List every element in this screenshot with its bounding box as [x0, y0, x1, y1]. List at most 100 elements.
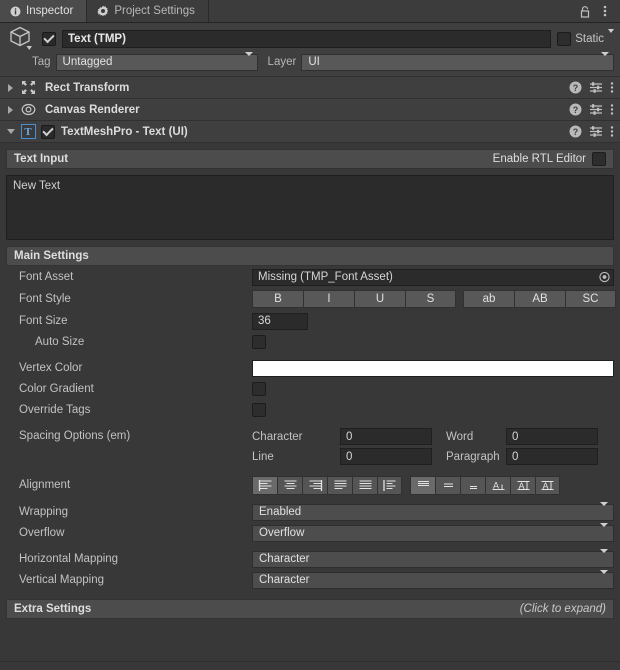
align-left-icon[interactable] — [252, 475, 277, 495]
chevron-down-icon — [600, 502, 608, 518]
preset-sliders-icon[interactable] — [589, 103, 603, 116]
horizontal-mapping-value: Character — [259, 553, 310, 565]
foldout-arrow-icon[interactable] — [4, 129, 17, 134]
spacing-row-line-paragraph: Line 0 Paragraph 0 — [252, 448, 598, 465]
align-bottom-icon[interactable] — [460, 475, 485, 495]
align-baseline-icon[interactable]: A — [485, 475, 510, 495]
foldout-arrow-icon[interactable] — [4, 83, 17, 92]
font-style-bold-button[interactable]: B — [252, 290, 303, 308]
font-style-smallcaps-button[interactable]: SC — [565, 290, 616, 308]
align-geometry-center-icon[interactable] — [377, 475, 402, 495]
wrapping-value: Enabled — [259, 506, 302, 518]
tab-bar: Inspector Project Settings — [0, 0, 620, 23]
align-midline-icon[interactable]: A — [510, 475, 535, 495]
section-header-extra-settings[interactable]: Extra Settings (Click to expand) — [6, 599, 614, 619]
font-asset-value: Missing (TMP_Font Asset) — [258, 271, 393, 283]
overflow-dropdown[interactable]: Overflow — [252, 523, 614, 542]
spacing-character-input[interactable]: 0 — [340, 428, 432, 445]
align-middle-icon[interactable] — [435, 475, 460, 495]
horizontal-mapping-dropdown[interactable]: Character — [252, 549, 614, 568]
foldout-arrow-icon[interactable] — [4, 105, 17, 114]
static-checkbox[interactable] — [557, 31, 572, 46]
overflow-value: Overflow — [259, 527, 305, 539]
spacing-paragraph-label: Paragraph — [446, 450, 500, 463]
font-size-label: Font Size — [19, 315, 68, 327]
component-header-rect-transform[interactable]: Rect Transform ? — [0, 77, 620, 99]
kebab-menu-icon[interactable] — [610, 103, 614, 116]
component-enabled-checkbox[interactable] — [41, 124, 55, 139]
align-center-icon[interactable] — [277, 475, 302, 495]
cube-icon[interactable] — [6, 26, 36, 52]
static-group: Static — [557, 28, 614, 46]
align-flush-icon[interactable] — [352, 475, 377, 495]
help-icon[interactable]: ? — [569, 81, 582, 94]
align-right-icon[interactable] — [302, 475, 327, 495]
tab-inspector[interactable]: Inspector — [0, 0, 88, 22]
object-enabled-checkbox[interactable] — [42, 31, 56, 46]
canvas-renderer-icon — [17, 102, 39, 117]
rtl-label: Enable RTL Editor — [492, 153, 586, 165]
component-header-canvas-renderer[interactable]: Canvas Renderer ? — [0, 99, 620, 121]
horizontal-mapping-label: Horizontal Mapping — [19, 553, 119, 565]
font-size-value: 36 — [258, 315, 271, 327]
help-icon[interactable]: ? — [569, 103, 582, 116]
align-justified-icon[interactable] — [327, 475, 352, 495]
object-name-input[interactable]: Text (TMP) — [62, 29, 552, 48]
lock-icon[interactable] — [576, 2, 594, 20]
preset-sliders-icon[interactable] — [589, 81, 603, 94]
object-picker-icon[interactable] — [599, 271, 610, 283]
component-header-textmeshpro-text[interactable]: T TextMeshPro - Text (UI) ? — [0, 121, 620, 143]
font-style-lowercase-button[interactable]: ab — [463, 290, 514, 308]
font-style-underline-button[interactable]: U — [354, 290, 405, 308]
kebab-menu-icon[interactable] — [596, 2, 614, 20]
text-input-textarea[interactable]: New Text — [6, 175, 614, 240]
spacing-row-character-word: Character 0 Word 0 — [252, 428, 598, 445]
preset-sliders-icon[interactable] — [589, 125, 603, 138]
font-asset-object-field[interactable]: Missing (TMP_Font Asset) — [252, 268, 614, 286]
tab-project-settings[interactable]: Project Settings — [87, 0, 209, 22]
font-asset-label: Font Asset — [19, 271, 74, 283]
font-size-input[interactable]: 36 — [252, 312, 308, 330]
override-tags-checkbox[interactable] — [252, 403, 266, 417]
kebab-menu-icon[interactable] — [610, 125, 614, 138]
alignment-horizontal-group — [252, 475, 402, 495]
overflow-label: Overflow — [19, 527, 65, 539]
svg-text:?: ? — [573, 83, 579, 93]
font-style-uppercase-button[interactable]: AB — [514, 290, 565, 308]
auto-size-checkbox[interactable] — [252, 335, 266, 349]
spacing-paragraph-value: 0 — [512, 450, 519, 463]
extra-settings-hint: (Click to expand) — [519, 603, 606, 615]
rtl-checkbox[interactable] — [592, 152, 606, 166]
info-icon — [10, 6, 21, 17]
inspector-panel: Inspector Project Settings Text (TMP) St… — [0, 0, 620, 670]
rtl-group: Enable RTL Editor — [493, 152, 606, 166]
help-icon[interactable]: ? — [569, 125, 582, 138]
kebab-menu-icon[interactable] — [610, 81, 614, 94]
align-capline-icon[interactable]: A — [535, 475, 560, 495]
font-style-italic-button[interactable]: I — [303, 290, 354, 308]
row-vertical-mapping: Vertical Mapping Character — [6, 570, 614, 590]
font-style-strikethrough-button[interactable]: S — [405, 290, 456, 308]
vertex-color-swatch[interactable] — [252, 359, 614, 377]
component-title: TextMeshPro - Text (UI) — [61, 125, 188, 138]
tag-dropdown[interactable]: Untagged — [55, 52, 258, 71]
gear-icon — [97, 5, 109, 17]
vertical-mapping-dropdown[interactable]: Character — [252, 570, 614, 589]
color-gradient-checkbox[interactable] — [252, 382, 266, 396]
section-header-text-input[interactable]: Text Input Enable RTL Editor — [6, 149, 614, 169]
spacing-paragraph-input[interactable]: 0 — [506, 448, 598, 465]
spacing-line-input[interactable]: 0 — [340, 448, 432, 465]
spacing-word-input[interactable]: 0 — [506, 428, 598, 445]
align-top-icon[interactable] — [410, 475, 435, 495]
static-dropdown-icon[interactable] — [608, 28, 614, 45]
font-style-group-case: ab AB SC — [463, 290, 616, 308]
rect-transform-icon — [17, 80, 39, 95]
alignment-vertical-group: A A A — [410, 475, 560, 495]
layer-dropdown[interactable]: UI — [301, 52, 614, 71]
section-header-main-settings[interactable]: Main Settings — [6, 246, 614, 266]
inspector-body: Text Input Enable RTL Editor New Text Ma… — [0, 149, 620, 619]
text-input-value: New Text — [13, 180, 61, 192]
wrapping-dropdown[interactable]: Enabled — [252, 502, 614, 521]
